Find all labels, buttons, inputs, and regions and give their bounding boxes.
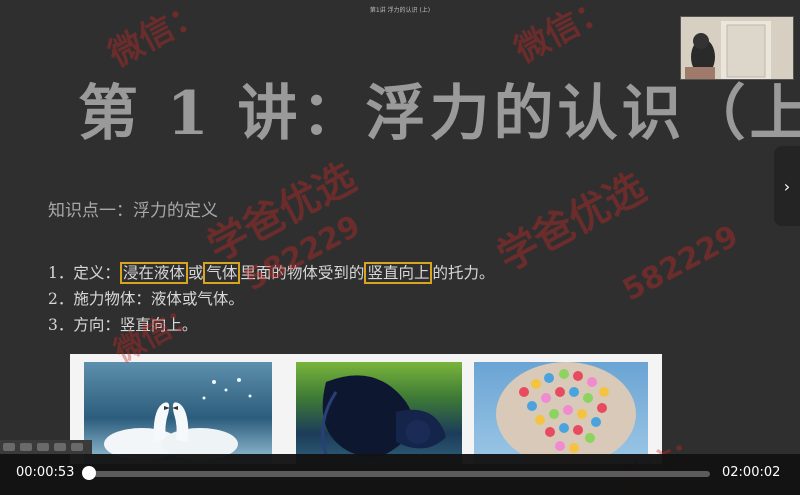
- highlight-box: 竖直向上: [364, 262, 433, 284]
- progress-bar[interactable]: [84, 471, 710, 477]
- swans-photo: [84, 362, 272, 464]
- highlight-box: 浸在液体: [119, 262, 188, 284]
- balloons-photo: [474, 362, 648, 464]
- list-item: 3．方向：竖直向上。: [48, 316, 198, 334]
- highlight-box: 气体: [203, 262, 241, 284]
- current-time: 00:00:53: [16, 465, 75, 480]
- watermark-text: 学爸优选: [200, 154, 364, 271]
- toolbar-icon[interactable]: [71, 443, 83, 451]
- definition-list: 1．定义： 浸在液体或气体 里面的物体受到的 竖直向上 的托力。 2．施力物体：液体或气…: [48, 260, 494, 338]
- chevron-right-icon: ›: [783, 176, 791, 196]
- list-item: 1．定义： 浸在液体或气体 里面的物体受到的 竖直向上 的托力。: [48, 260, 494, 286]
- item-text: 的托力。: [432, 264, 495, 282]
- item-text: 里面的物体受到的: [240, 264, 365, 282]
- toolbar-icon[interactable]: [3, 443, 15, 451]
- item-text: 或: [187, 264, 204, 282]
- watermark-text: 学爸优选: [490, 164, 654, 281]
- slide-title: 第 1 讲：浮力的认识（上）: [78, 79, 800, 149]
- watermark-text: 582229: [617, 218, 745, 309]
- window-caption: 第1讲 浮力的认识 (上): [369, 7, 431, 14]
- photo-strip: [70, 354, 662, 464]
- item-prefix: 1．定义：: [48, 264, 120, 282]
- mini-toolbar: [0, 440, 92, 454]
- camera-feed: [680, 16, 794, 80]
- list-item: 2．施力物体：液体或气体。: [48, 290, 244, 308]
- next-slide-button[interactable]: ›: [774, 146, 800, 226]
- toolbar-icon[interactable]: [37, 443, 49, 451]
- slide-stage: 第1讲 浮力的认识 (上) 第 1 讲：浮力的认识（上） 知识点一：浮力的定义 …: [0, 0, 800, 495]
- toolbar-icon[interactable]: [20, 443, 32, 451]
- progress-handle[interactable]: [81, 466, 96, 480]
- goldfish-photo: [296, 362, 462, 464]
- toolbar-icon[interactable]: [54, 443, 66, 451]
- total-time: 02:00:02: [722, 465, 781, 480]
- section-heading: 知识点一：浮力的定义: [48, 201, 218, 221]
- video-controls: 00:00:53 02:00:02: [0, 454, 800, 495]
